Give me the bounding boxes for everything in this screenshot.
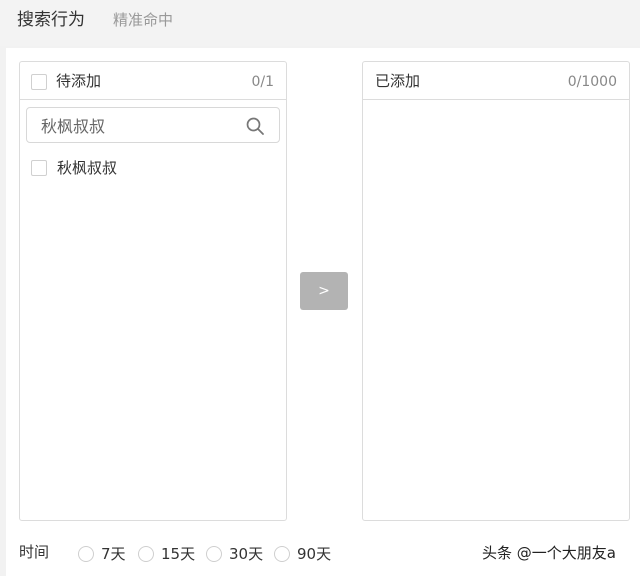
watermark: 头条 @一个大朋友a: [482, 544, 616, 562]
pending-search-box[interactable]: [26, 107, 280, 143]
pending-search-input[interactable]: [41, 114, 241, 136]
radio-label: 7天: [101, 545, 126, 563]
pending-list: 待添加 0/1 秋枫叔叔: [19, 61, 287, 521]
added-list-header: 已添加 0/1000: [363, 62, 629, 100]
select-all-pending-checkbox[interactable]: [31, 74, 47, 90]
list-item-label: 秋枫叔叔: [57, 159, 118, 177]
radio-circle[interactable]: [78, 546, 94, 562]
page-title: 搜索行为: [17, 10, 85, 30]
added-count: 0/1000: [567, 74, 617, 90]
radio-label: 30天: [229, 545, 264, 563]
add-to-right-button[interactable]: >: [300, 272, 348, 310]
radio-label: 15天: [161, 545, 196, 563]
radio-circle[interactable]: [274, 546, 290, 562]
time-label: 时间: [19, 543, 50, 561]
radio-circle[interactable]: [206, 546, 222, 562]
match-mode-label[interactable]: 精准命中: [113, 10, 173, 30]
added-list-title: 已添加: [375, 72, 421, 90]
radio-label: 90天: [297, 545, 332, 563]
list-item[interactable]: 秋枫叔叔: [20, 156, 286, 180]
search-icon[interactable]: [245, 116, 265, 136]
pending-list-header: 待添加 0/1: [20, 62, 286, 100]
list-item-checkbox[interactable]: [31, 160, 47, 176]
radio-circle[interactable]: [138, 546, 154, 562]
pending-list-title: 待添加: [56, 72, 102, 90]
pending-count: 0/1: [251, 74, 274, 90]
added-list: 已添加 0/1000: [362, 61, 630, 521]
page-header: 搜索行为 精准命中: [0, 0, 640, 46]
